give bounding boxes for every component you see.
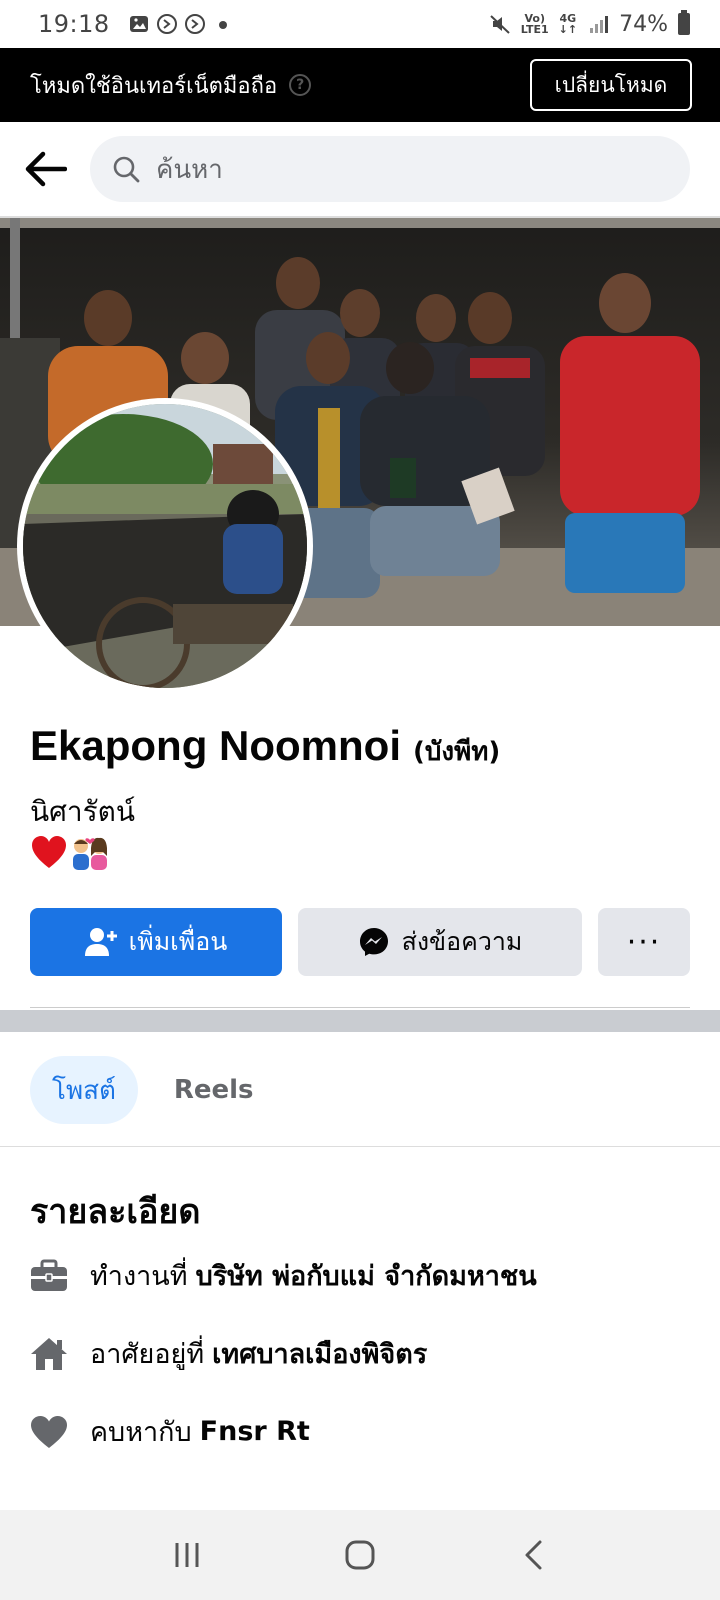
bio-emoji: [30, 834, 112, 870]
heart-icon: [30, 1413, 68, 1451]
detail-work: ทำงานที่ บริษัท พ่อกับแม่ จำกัดมหาชน: [30, 1254, 537, 1297]
search-input[interactable]: ค้นหา: [90, 136, 690, 202]
detail-relationship-prefix: คบหากับ: [90, 1417, 192, 1448]
banner-text: โหมดใช้อินเทอร์เน็ตมือถือ: [30, 73, 278, 99]
profile-tabs: โพสต์ Reels: [30, 1056, 254, 1124]
chevron-left-icon: [525, 1540, 542, 1570]
detail-work-prefix: ทำงานที่: [90, 1261, 188, 1292]
back-arrow-icon: [25, 151, 67, 187]
home-button[interactable]: [330, 1535, 390, 1575]
header: ค้นหา: [0, 122, 720, 218]
tab-reels[interactable]: Reels: [174, 1075, 254, 1105]
sync-notification-icon-2: [184, 14, 205, 34]
tab-posts[interactable]: โพสต์: [30, 1056, 138, 1124]
status-bar: 19:18 Vo) LTE1 4G ↓↑ 74%: [0, 0, 720, 48]
home-circle-icon: [345, 1540, 375, 1570]
profile-name: Ekapong Noomnoi: [30, 722, 401, 769]
more-options-button[interactable]: ···: [598, 908, 690, 976]
add-friend-icon: [84, 928, 117, 956]
network-type-label: 4G ↓↑: [558, 12, 578, 36]
profile-bio: นิศารัตน์: [30, 795, 135, 828]
profile-name-row: Ekapong Noomnoi (บังพีท): [30, 722, 500, 772]
divider: [30, 1007, 690, 1008]
system-nav-bar: [0, 1510, 720, 1600]
back-nav-button[interactable]: [503, 1535, 563, 1575]
detail-location: อาศัยอยู่ที่ เทศบาลเมืองพิจิตร: [30, 1332, 427, 1375]
couple-emoji-icon: [73, 837, 107, 870]
status-time: 19:18: [38, 10, 110, 38]
more-options-icon: ···: [626, 924, 662, 960]
info-icon[interactable]: ?: [289, 74, 312, 96]
alternate-name: (บังพีท): [413, 737, 501, 767]
add-friend-button[interactable]: เพิ่มเพื่อน: [30, 908, 282, 976]
mute-icon: [490, 15, 510, 34]
signal-icon: [590, 16, 609, 33]
network-volte-label: Vo) LTE1: [520, 12, 549, 36]
add-friend-label: เพิ่มเพื่อน: [128, 927, 228, 956]
battery-icon: [678, 10, 690, 35]
recent-apps-icon: [175, 1543, 199, 1567]
home-icon: [30, 1335, 68, 1373]
profile-actions: เพิ่มเพื่อน ส่งข้อความ ···: [30, 908, 690, 976]
details-heading: รายละเอียด: [30, 1192, 201, 1232]
message-label: ส่งข้อความ: [401, 927, 523, 956]
briefcase-icon: [30, 1257, 68, 1295]
detail-location-value[interactable]: เทศบาลเมืองพิจิตร: [212, 1332, 427, 1375]
battery-percent: 74%: [619, 11, 668, 37]
detail-relationship-value[interactable]: Fnsr Rt: [200, 1416, 310, 1447]
message-button[interactable]: ส่งข้อความ: [298, 908, 582, 976]
detail-location-prefix: อาศัยอยู่ที่: [90, 1339, 205, 1370]
section-separator: [0, 1010, 720, 1032]
search-icon: [113, 156, 140, 183]
heart-emoji-icon: [32, 836, 66, 868]
sync-notification-icon: [156, 14, 177, 34]
recent-apps-button[interactable]: [157, 1535, 217, 1575]
tabs-divider: [0, 1146, 720, 1147]
switch-mode-button[interactable]: เปลี่ยนโหมด: [530, 59, 692, 111]
detail-relationship: คบหากับ Fnsr Rt: [30, 1410, 310, 1453]
gallery-notification-icon: [129, 16, 148, 32]
mobile-data-banner: โหมดใช้อินเทอร์เน็ตมือถือ ? เปลี่ยนโหมด: [0, 48, 720, 122]
back-button[interactable]: [24, 147, 68, 191]
messenger-icon: [359, 928, 388, 956]
dot-indicator-icon: [218, 21, 227, 29]
profile-photo: [23, 404, 307, 688]
profile-picture[interactable]: [17, 398, 313, 694]
detail-work-value[interactable]: บริษัท พ่อกับแม่ จำกัดมหาชน: [196, 1254, 537, 1297]
search-placeholder: ค้นหา: [156, 154, 223, 185]
